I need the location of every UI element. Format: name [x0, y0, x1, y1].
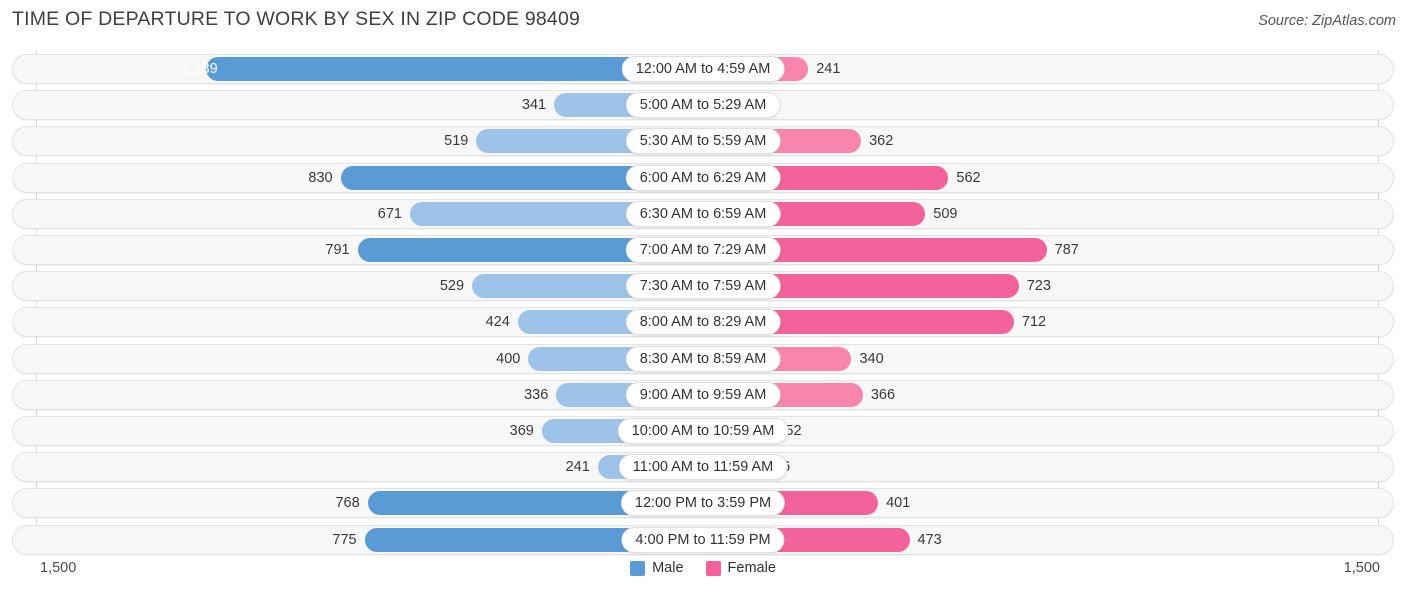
value-label-female: 362 — [869, 133, 894, 150]
chart-row: 1,139 241 12:00 AM to 4:59 AM — [12, 54, 1394, 84]
chart-row: 24112611:00 AM to 11:59 AM — [12, 452, 1394, 483]
chart-row: 768 401 12:00 PM to 3:59 PM — [12, 488, 1394, 519]
value-label-male: 768 — [335, 495, 360, 512]
category-label: 4:00 PM to 11:59 PM — [621, 526, 785, 553]
value-label-female: 562 — [956, 169, 981, 186]
category-label: 11:00 AM to 11:59 AM — [618, 454, 788, 481]
value-label-male: 369 — [509, 423, 534, 439]
chart-row: 400 340 8:30 AM to 8:59 AM — [12, 343, 1394, 374]
category-label: 9:00 AM to 9:59 AM — [625, 381, 781, 408]
chart-row: 671 509 6:30 AM to 6:59 AM — [12, 198, 1394, 229]
value-label-female: 473 — [917, 531, 942, 548]
value-label-female: 509 — [933, 205, 958, 222]
value-label-male: 529 — [439, 278, 465, 295]
legend-swatch-male — [630, 560, 646, 576]
value-label-female: 366 — [870, 386, 896, 403]
category-label: 12:00 AM to 4:59 AM — [621, 56, 785, 82]
value-label-female: 340 — [859, 350, 884, 367]
value-label-male: 241 — [565, 459, 590, 476]
category-label: 6:30 AM to 6:59 AM — [625, 200, 781, 227]
category-label: 7:00 AM to 7:29 AM — [625, 237, 781, 263]
category-label: 5:30 AM to 5:59 AM — [625, 128, 781, 155]
value-label-female: 712 — [1021, 314, 1047, 331]
chart-plot-area: 1,139 241 12:00 AM to 4:59 AM 341795:00 AM … — [0, 50, 1406, 555]
category-label: 5:00 AM to 5:29 AM — [625, 92, 781, 119]
category-label: 8:00 AM to 8:29 AM — [625, 309, 781, 336]
chart-row: 529 723 7:30 AM to 7:59 AM — [12, 271, 1394, 302]
legend-swatch-female — [705, 560, 721, 576]
legend-label-female: Female — [727, 560, 776, 576]
page-title: TIME OF DEPARTURE TO WORK BY SEX IN ZIP … — [12, 8, 581, 30]
value-label-male: 519 — [444, 133, 469, 150]
category-label: 12:00 PM to 3:59 PM — [620, 490, 786, 517]
value-label-male: 830 — [308, 169, 333, 186]
legend-item-female[interactable]: Female — [705, 560, 776, 576]
chart-row: 519 362 5:30 AM to 5:59 AM — [12, 126, 1394, 157]
value-label-male: 1,139 — [181, 61, 218, 77]
value-label-male: 341 — [521, 97, 547, 114]
value-label-female: 723 — [1026, 278, 1051, 295]
chart-row: 341795:00 AM to 5:29 AM — [12, 90, 1394, 121]
source-attribution: Source: ZipAtlas.com — [1258, 13, 1396, 29]
chart-page: TIME OF DEPARTURE TO WORK BY SEX IN ZIP … — [0, 0, 1406, 595]
chart-row: 830 562 6:00 AM to 6:29 AM — [12, 162, 1394, 193]
value-label-female: 241 — [816, 61, 841, 77]
category-label: 8:30 AM to 8:59 AM — [625, 345, 781, 372]
value-label-female: 787 — [1054, 242, 1079, 258]
value-label-male: 791 — [325, 242, 350, 258]
value-label-male: 400 — [496, 350, 521, 367]
chart-row: 791 787 7:00 AM to 7:29 AM — [12, 235, 1394, 265]
value-label-female: 401 — [886, 495, 911, 512]
category-label: 7:30 AM to 7:59 AM — [625, 273, 781, 300]
legend-item-male[interactable]: Male — [630, 560, 684, 576]
value-label-male: 775 — [332, 531, 357, 548]
legend-label-male: Male — [652, 560, 684, 576]
category-label: 6:00 AM to 6:29 AM — [625, 164, 781, 191]
chart-row: 369 152 10:00 AM to 10:59 AM — [12, 416, 1394, 446]
value-label-male: 671 — [377, 205, 402, 222]
category-label: 10:00 AM to 10:59 AM — [617, 418, 789, 444]
chart-row: 424 712 8:00 AM to 8:29 AM — [12, 307, 1394, 338]
chart-legend: Male Female — [0, 560, 1406, 576]
chart-row: 336 366 9:00 AM to 9:59 AM — [12, 379, 1394, 410]
value-label-male: 424 — [485, 314, 510, 331]
chart-row: 775 473 4:00 PM to 11:59 PM — [12, 524, 1394, 555]
value-label-male: 336 — [524, 386, 549, 403]
